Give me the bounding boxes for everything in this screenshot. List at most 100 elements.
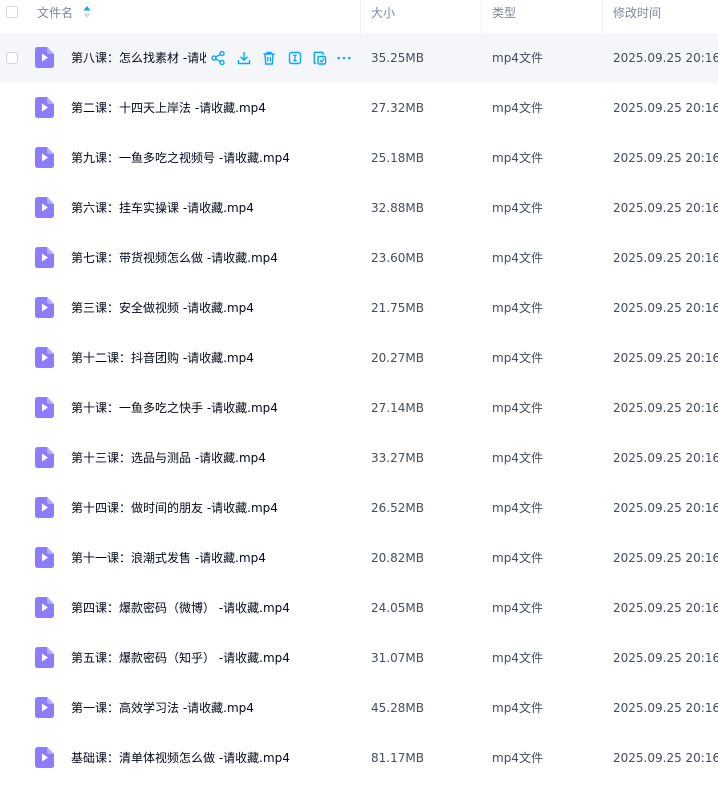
table-row[interactable]: 第三课：安全做视频 -请收藏.mp4 21.75MB mp4文件 2025.09.25… — [0, 283, 718, 333]
file-name[interactable]: 第三课：安全做视频 -请收藏.mp4 — [71, 283, 254, 333]
file-type: mp4文件 — [492, 351, 543, 365]
file-type: mp4文件 — [492, 401, 543, 415]
table-row[interactable]: 基础课：清单体视频怎么做 -请收藏.mp4 81.17MB mp4文件 2025.09… — [0, 733, 718, 783]
file-size: 31.07MB — [371, 651, 424, 665]
file-type: mp4文件 — [492, 151, 543, 165]
table-row[interactable]: 第九课：一鱼多吃之视频号 -请收藏.mp4 25.18MB mp4文件 2025.09… — [0, 133, 718, 183]
file-size: 24.05MB — [371, 601, 424, 615]
file-type: mp4文件 — [492, 701, 543, 715]
video-file-icon — [35, 347, 54, 368]
table-row[interactable]: 第十二课：抖音团购 -请收藏.mp4 20.27MB mp4文件 2025.09.25… — [0, 333, 718, 383]
file-name[interactable]: 第五课：爆款密码（知乎） -请收藏.mp4 — [71, 633, 290, 683]
video-file-icon — [35, 97, 54, 118]
file-name[interactable]: 第八课：怎么找素材 -请收藏.mp4 — [71, 33, 206, 83]
file-modified-time: 2025.09.25 20:16 — [613, 401, 718, 415]
file-size: 81.17MB — [371, 751, 424, 765]
header-time[interactable]: 修改时间 — [613, 0, 661, 33]
table-row[interactable]: 第七课：带货视频怎么做 -请收藏.mp4 23.60MB mp4文件 2025.09.… — [0, 233, 718, 283]
file-modified-time: 2025.09.25 20:16 — [613, 301, 718, 315]
file-modified-time: 2025.09.25 20:16 — [613, 201, 718, 215]
file-size: 45.28MB — [371, 701, 424, 715]
file-modified-time: 2025.09.25 20:16 — [613, 151, 718, 165]
file-name[interactable]: 第十四课：做时间的朋友 -请收藏.mp4 — [71, 483, 278, 533]
file-modified-time: 2025.09.25 20:16 — [613, 101, 718, 115]
file-name[interactable]: 第四课：爆款密码（微博） -请收藏.mp4 — [71, 583, 290, 633]
file-size: 33.27MB — [371, 451, 424, 465]
file-name[interactable]: 第九课：一鱼多吃之视频号 -请收藏.mp4 — [71, 133, 290, 183]
file-modified-time: 2025.09.25 20:16 — [613, 551, 718, 565]
file-modified-time: 2025.09.25 20:16 — [613, 501, 718, 515]
video-file-icon — [35, 547, 54, 568]
file-modified-time: 2025.09.25 20:16 — [613, 601, 718, 615]
file-type: mp4文件 — [492, 101, 543, 115]
header-size[interactable]: 大小 — [371, 0, 395, 33]
file-size: 35.25MB — [371, 51, 424, 65]
video-file-icon — [35, 47, 54, 68]
table-row[interactable]: 第六课：挂车实操课 -请收藏.mp4 32.88MB mp4文件 2025.09.25… — [0, 183, 718, 233]
file-size: 27.32MB — [371, 101, 424, 115]
file-name[interactable]: 第六课：挂车实操课 -请收藏.mp4 — [71, 183, 254, 233]
header-type[interactable]: 类型 — [492, 0, 516, 33]
file-type: mp4文件 — [492, 251, 543, 265]
download-button[interactable] — [235, 48, 253, 68]
file-size: 21.75MB — [371, 301, 424, 315]
column-divider[interactable] — [602, 0, 603, 33]
file-name[interactable]: 第十三课：选品与测品 -请收藏.mp4 — [71, 433, 266, 483]
table-row[interactable]: 第十三课：选品与测品 -请收藏.mp4 33.27MB mp4文件 2025.09.2… — [0, 433, 718, 483]
file-name[interactable]: 第二课：十四天上岸法 -请收藏.mp4 — [71, 83, 266, 133]
file-size: 26.52MB — [371, 501, 424, 515]
column-divider[interactable] — [360, 0, 361, 33]
video-file-icon — [35, 297, 54, 318]
video-file-icon — [35, 647, 54, 668]
file-size: 25.18MB — [371, 151, 424, 165]
file-name[interactable]: 第七课：带货视频怎么做 -请收藏.mp4 — [71, 233, 278, 283]
share-button[interactable] — [209, 48, 227, 68]
file-modified-time: 2025.09.25 20:16 — [613, 251, 718, 265]
file-modified-time: 2025.09.25 20:16 — [613, 701, 718, 715]
video-file-icon — [35, 597, 54, 618]
file-modified-time: 2025.09.25 20:16 — [613, 651, 718, 665]
file-type: mp4文件 — [492, 751, 543, 765]
header-name[interactable]: 文件名 — [37, 0, 73, 33]
file-name[interactable]: 第十课：一鱼多吃之快手 -请收藏.mp4 — [71, 383, 278, 433]
file-modified-time: 2025.09.25 20:16 — [613, 351, 718, 365]
file-name[interactable]: 第十二课：抖音团购 -请收藏.mp4 — [71, 333, 254, 383]
table-row[interactable]: 第十课：一鱼多吃之快手 -请收藏.mp4 27.14MB mp4文件 2025.09.… — [0, 383, 718, 433]
select-all-checkbox[interactable] — [6, 6, 18, 18]
table-row[interactable]: 第十四课：做时间的朋友 -请收藏.mp4 26.52MB mp4文件 2025.09.… — [0, 483, 718, 533]
file-name[interactable]: 第一课：高效学习法 -请收藏.mp4 — [71, 683, 254, 733]
video-file-icon — [35, 247, 54, 268]
video-file-icon — [35, 147, 54, 168]
file-size: 23.60MB — [371, 251, 424, 265]
file-type: mp4文件 — [492, 551, 543, 565]
column-divider[interactable] — [481, 0, 482, 33]
file-type: mp4文件 — [492, 651, 543, 665]
video-file-icon — [35, 747, 54, 768]
copy-button[interactable] — [311, 48, 329, 68]
file-name[interactable]: 基础课：清单体视频怎么做 -请收藏.mp4 — [71, 733, 290, 783]
file-type: mp4文件 — [492, 301, 543, 315]
table-row[interactable]: 第一课：高效学习法 -请收藏.mp4 45.28MB mp4文件 2025.09.25… — [0, 683, 718, 733]
table-row[interactable]: 第四课：爆款密码（微博） -请收藏.mp4 24.05MB mp4文件 2025.09… — [0, 583, 718, 633]
video-file-icon — [35, 447, 54, 468]
video-file-icon — [35, 697, 54, 718]
file-size: 32.88MB — [371, 201, 424, 215]
table-row[interactable]: 第十一课：浪潮式发售 -请收藏.mp4 20.82MB mp4文件 2025.09.2… — [0, 533, 718, 583]
table-row[interactable]: 第二课：十四天上岸法 -请收藏.mp4 27.32MB mp4文件 2025.09.2… — [0, 83, 718, 133]
table-row[interactable]: 第五课：爆款密码（知乎） -请收藏.mp4 31.07MB mp4文件 2025.09… — [0, 633, 718, 683]
table-row[interactable]: 第八课：怎么找素材 -请收藏.mp4 35.25MB mp4文件 2025.09.25… — [0, 33, 718, 83]
row-checkbox[interactable] — [6, 52, 18, 64]
file-type: mp4文件 — [492, 51, 543, 65]
video-file-icon — [35, 197, 54, 218]
file-size: 20.27MB — [371, 351, 424, 365]
delete-button[interactable] — [260, 48, 278, 68]
more-button[interactable] — [335, 48, 353, 68]
file-type: mp4文件 — [492, 201, 543, 215]
rename-button[interactable] — [286, 48, 304, 68]
file-name[interactable]: 第十一课：浪潮式发售 -请收藏.mp4 — [71, 533, 266, 583]
file-modified-time: 2025.09.25 20:16 — [613, 451, 718, 465]
sort-icon[interactable] — [83, 5, 91, 19]
file-type: mp4文件 — [492, 501, 543, 515]
file-size: 27.14MB — [371, 401, 424, 415]
table-header: 文件名 大小 类型 修改时间 — [0, 0, 718, 34]
